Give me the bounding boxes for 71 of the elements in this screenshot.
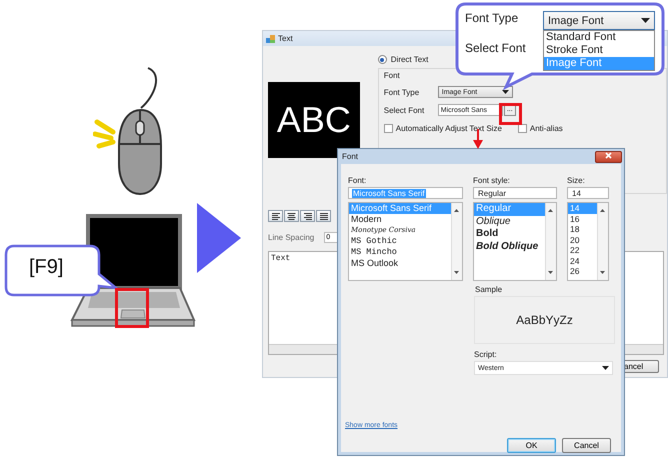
mouse-icon [115, 66, 163, 196]
dropdown-option[interactable]: Stroke Font [544, 44, 654, 57]
list-item[interactable]: Oblique [474, 216, 545, 228]
dropdown-option[interactable]: Standard Font [544, 31, 654, 44]
field-value: Microsoft Sans Serif [352, 188, 426, 198]
radio-button[interactable] [378, 55, 387, 64]
list-item[interactable]: 24 [568, 256, 597, 266]
field-label: Script: [474, 350, 497, 359]
app-icon [266, 34, 275, 42]
scroll-up-icon [454, 209, 459, 212]
font-style-field[interactable]: Regular [473, 187, 557, 199]
group-title: Sample [475, 285, 502, 294]
scroll-down-icon [454, 271, 459, 274]
text-value: Text [271, 254, 290, 263]
ok-button[interactable]: OK [507, 438, 556, 453]
window-title: Text [278, 34, 293, 43]
align-center-button[interactable] [284, 210, 299, 222]
list-item[interactable]: Bold [474, 228, 545, 240]
checkbox[interactable] [384, 124, 393, 133]
align-justify-icon [318, 212, 328, 220]
right-arrow [197, 203, 241, 273]
font-type-dropdown[interactable]: Image Font [543, 11, 655, 30]
align-left-icon [270, 212, 280, 220]
font-size-field[interactable]: 14 [567, 187, 609, 199]
caret-icon [602, 366, 609, 370]
field-label: Font Type [465, 11, 520, 27]
highlight-frame [115, 288, 149, 328]
close-icon [605, 152, 612, 159]
scroll-up-icon [548, 209, 553, 212]
field-label: Font: [348, 176, 368, 185]
caret-icon [641, 18, 650, 23]
field-value: 14 [571, 188, 582, 198]
checkbox-label: Automatically Adjust Text Size [396, 124, 502, 133]
close-button[interactable] [595, 150, 622, 162]
checkbox-label: Anti-alias [530, 124, 563, 133]
scroll-up-icon [600, 209, 605, 212]
list-item[interactable]: 16 [568, 214, 597, 224]
align-right-icon [302, 212, 312, 220]
list-item[interactable]: 18 [568, 224, 597, 234]
field-label: Size: [567, 176, 586, 185]
field-label: Select Font [384, 106, 426, 114]
dialog-title: Font [342, 152, 358, 161]
scroll-down-icon [600, 271, 605, 274]
list-item[interactable]: Modern [349, 214, 451, 225]
align-right-button[interactable] [300, 210, 315, 222]
list-item[interactable]: 22 [568, 245, 597, 256]
field-label: Font Type [384, 88, 420, 96]
list-item[interactable]: MS Gothic [349, 236, 451, 247]
cancel-button[interactable]: Cancel [562, 438, 611, 453]
align-left-button[interactable] [268, 210, 283, 222]
list-item[interactable]: 26 [568, 266, 597, 276]
list-item[interactable]: 20 [568, 234, 597, 245]
list-item[interactable]: MS Outlook [349, 258, 451, 269]
key-label: [F9] [28, 255, 64, 279]
radio-label: Direct Text [390, 55, 428, 64]
sample-text: AaBbYyZz [515, 312, 574, 329]
field-label: Font style: [473, 176, 511, 185]
field-label: Select Font [465, 41, 527, 55]
align-justify-button[interactable] [316, 210, 331, 222]
checkbox[interactable] [518, 124, 527, 133]
field-value: Regular [477, 188, 508, 198]
font-size-list[interactable]: 14 16 18 20 22 24 26 [567, 202, 609, 281]
list-item[interactable]: Bold Oblique [474, 240, 545, 253]
cancel-button[interactable]: ancel [623, 360, 659, 373]
field-label: Line Spacing [268, 233, 314, 242]
highlight-frame [499, 103, 522, 125]
list-item[interactable]: MS Mincho [349, 247, 451, 258]
scroll-down-icon [548, 271, 553, 274]
font-style-list[interactable]: Regular Oblique Bold Bold Oblique [473, 202, 557, 281]
group-title: Font [384, 71, 401, 80]
align-center-icon [286, 212, 296, 220]
